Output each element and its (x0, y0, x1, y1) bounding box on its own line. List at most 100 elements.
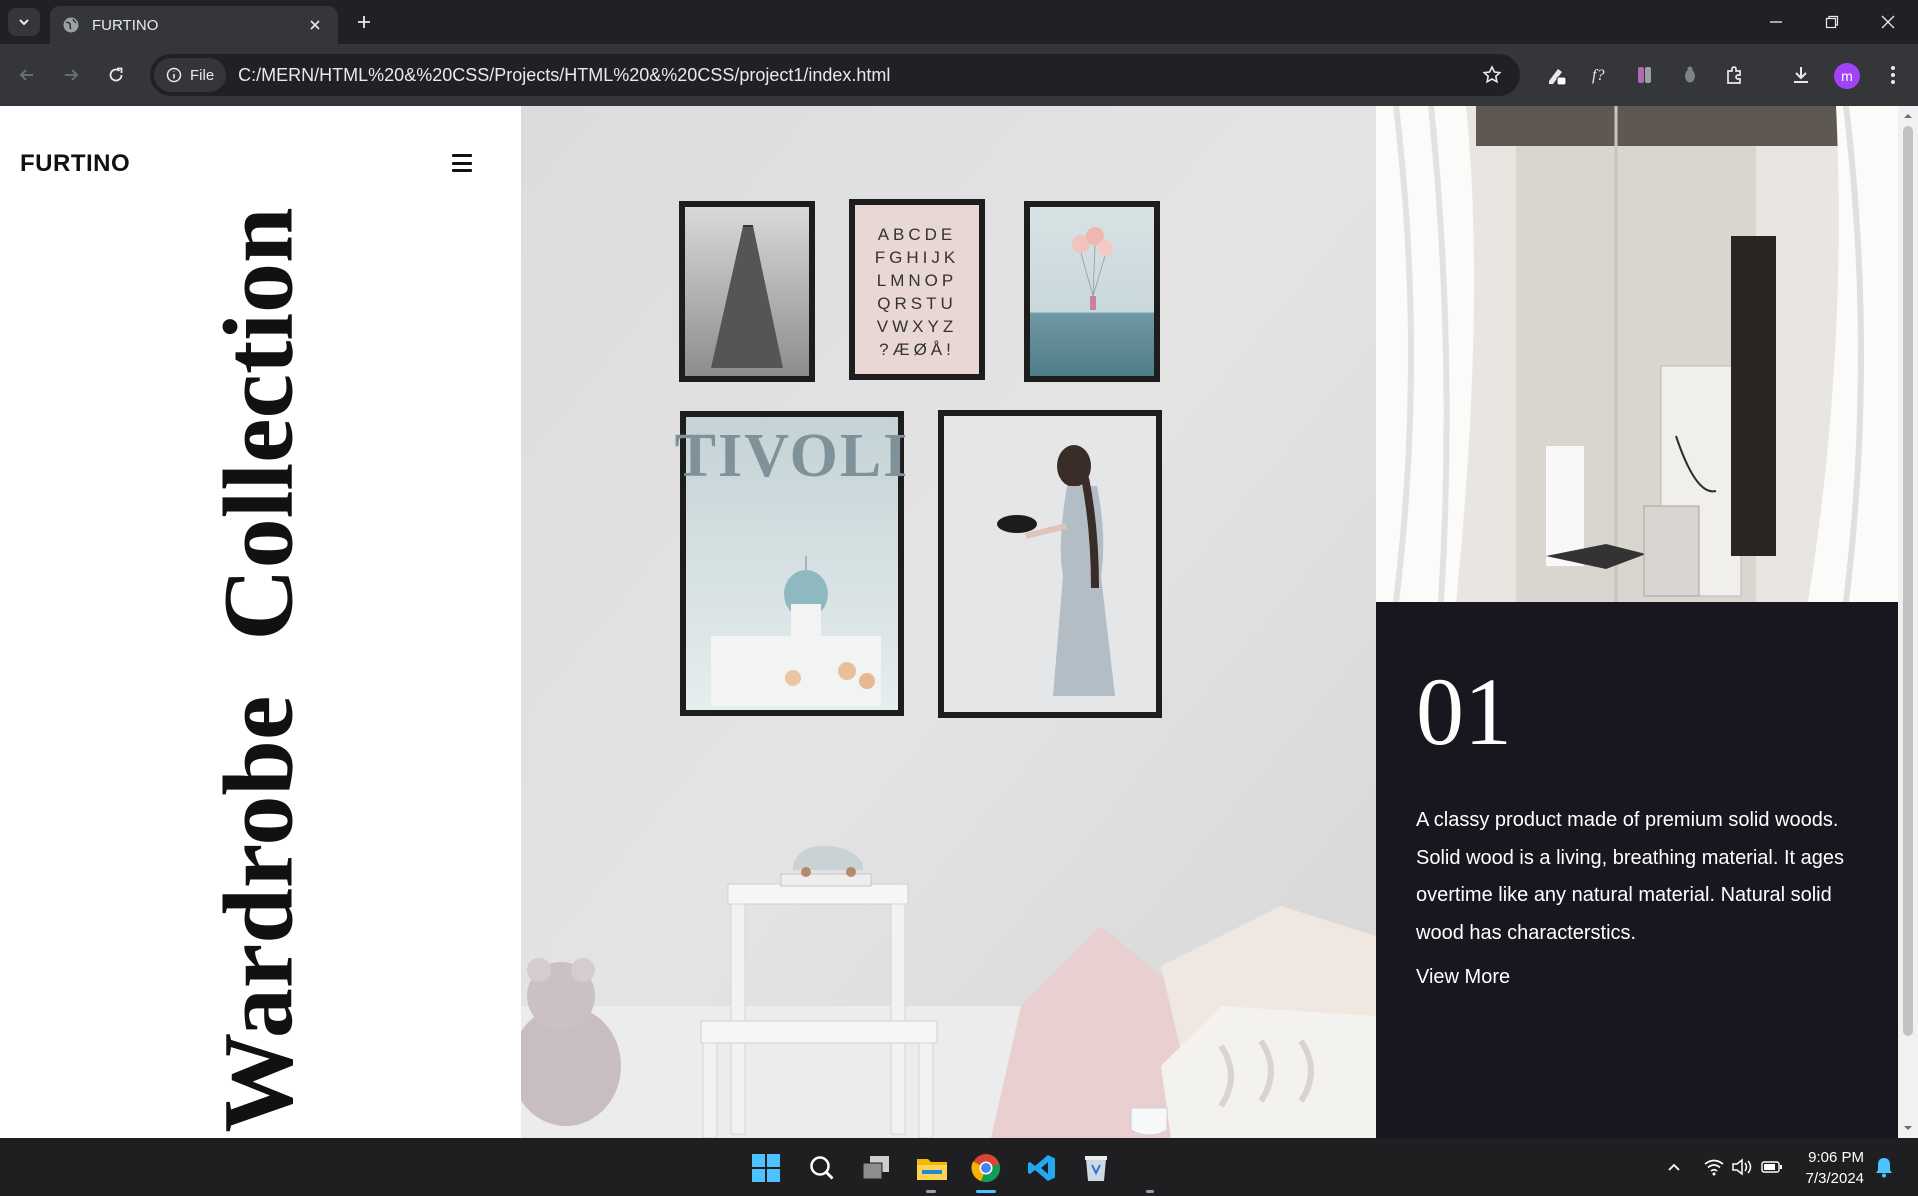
volume-icon (1732, 1158, 1752, 1176)
close-icon (310, 20, 320, 30)
arrow-right-icon (65, 69, 79, 81)
extensions-menu-button[interactable] (1720, 60, 1750, 90)
os-taskbar: 9:06 PM 7/3/2024 (0, 1138, 1918, 1196)
vscode-icon (1028, 1155, 1055, 1181)
menu-icon[interactable] (452, 154, 472, 172)
chevron-up-icon (1668, 1163, 1680, 1171)
taskbar-search-button[interactable] (804, 1150, 840, 1186)
cup (1130, 1107, 1168, 1136)
reload-button[interactable] (101, 60, 131, 90)
vertical-scrollbar[interactable] (1898, 106, 1918, 1138)
tray-overflow-button[interactable] (1662, 1155, 1686, 1179)
alphabet-row: QRSTU (877, 294, 957, 313)
file-explorer-button[interactable] (914, 1150, 950, 1186)
wifi-icon (1704, 1159, 1724, 1176)
view-more-link[interactable]: View More (1416, 966, 1510, 989)
hidden-app-indicator (1146, 1190, 1154, 1193)
star-icon (1482, 65, 1502, 84)
page-viewport: FURTINO Wardrobe Collection ABCDE FGHIJK… (0, 106, 1918, 1138)
poster-girl-bird (938, 410, 1162, 718)
vscode-button[interactable] (1024, 1150, 1060, 1186)
search-icon (810, 1156, 834, 1180)
alphabet-row: ABCDE (878, 225, 957, 244)
notification-button[interactable] (1872, 1155, 1896, 1179)
loft-illustration (1376, 106, 1898, 602)
poster-balloons (1024, 201, 1160, 382)
puzzle-icon (1727, 66, 1741, 84)
globe-icon (63, 17, 79, 33)
tab-title: FURTINO (92, 16, 159, 34)
recycle-bin-button[interactable] (1078, 1150, 1114, 1186)
close-window-button[interactable] (1860, 0, 1916, 44)
explorer-indicator (926, 1190, 936, 1193)
restore-icon (1825, 15, 1839, 29)
poster-tivoli: TIVOLI (675, 411, 910, 716)
downloads-button[interactable] (1786, 60, 1816, 90)
alphabet-row: ?ÆØÅ! (879, 340, 955, 359)
tab-search-button[interactable] (8, 8, 40, 36)
info-panel: 01 A classy product made of premium soli… (1376, 602, 1898, 1138)
address-bar[interactable]: File C:/MERN/HTML%20&%20CSS/Projects/HTM… (150, 54, 1520, 96)
windows-icon (752, 1154, 780, 1182)
task-view-icon (862, 1156, 889, 1180)
tivoli-poster-text: TIVOLI (675, 422, 910, 490)
alphabet-row: FGHIJK (875, 248, 959, 267)
site-logo[interactable]: FURTINO (20, 150, 130, 178)
taskbar-clock[interactable]: 9:06 PM 7/3/2024 (1792, 1147, 1864, 1189)
back-button[interactable] (12, 60, 42, 90)
chip-label: File (190, 66, 215, 84)
chevron-down-icon (19, 19, 29, 26)
tab-close-button[interactable] (304, 14, 326, 36)
extension-bug-button[interactable] (1675, 60, 1705, 90)
recycle-bin-icon (1085, 1156, 1107, 1181)
scrollbar-thumb[interactable] (1903, 126, 1913, 1036)
pen-icon (1549, 69, 1567, 86)
product-description: A classy product made of premium solid w… (1416, 809, 1845, 944)
plus-icon (358, 16, 370, 28)
volume-status[interactable] (1730, 1155, 1754, 1179)
battery-status[interactable] (1760, 1155, 1784, 1179)
new-tab-button[interactable] (352, 10, 376, 34)
collection-number: 01 (1416, 658, 1512, 765)
active-tab[interactable]: FURTINO (50, 6, 338, 44)
profile-avatar[interactable]: m (1834, 63, 1860, 89)
palette-icon (1638, 67, 1651, 83)
battery-icon (1761, 1161, 1782, 1173)
browser-tab-strip: FURTINO (0, 0, 1918, 44)
room-illustration: ABCDE FGHIJK LMNOP QRSTU VWXYZ ?ÆØÅ! TIV… (521, 106, 1376, 1138)
bug-icon (1685, 66, 1695, 83)
browser-toolbar: File C:/MERN/HTML%20&%20CSS/Projects/HTM… (0, 44, 1918, 106)
svg-text:f?: f? (1592, 67, 1604, 84)
url-text[interactable]: C:/MERN/HTML%20&%20CSS/Projects/HTML%20&… (238, 65, 1476, 86)
info-icon (166, 67, 182, 83)
site-info-chip[interactable]: File (154, 58, 227, 92)
more-vert-icon (1891, 66, 1895, 84)
font-icon: f? (1592, 67, 1604, 84)
restore-button[interactable] (1804, 0, 1860, 44)
arrow-left-icon (19, 69, 33, 81)
scroll-down-icon[interactable] (1903, 1123, 1913, 1133)
chrome-indicator (976, 1190, 996, 1193)
scroll-up-icon[interactable] (1903, 111, 1913, 121)
task-view-button[interactable] (858, 1150, 894, 1186)
start-button[interactable] (748, 1150, 784, 1186)
bookmark-button[interactable] (1476, 59, 1508, 91)
hero-image: ABCDE FGHIJK LMNOP QRSTU VWXYZ ?ÆØÅ! TIV… (521, 106, 1376, 1138)
alphabet-row: VWXYZ (877, 317, 957, 336)
browser-menu-button[interactable] (1878, 60, 1908, 90)
side-image (1376, 106, 1898, 602)
folder-icon (917, 1159, 947, 1180)
extension-pen-button[interactable] (1542, 60, 1572, 90)
poster-pier (679, 201, 815, 382)
wifi-status[interactable] (1702, 1155, 1726, 1179)
clock-date: 7/3/2024 (1805, 1170, 1864, 1187)
forward-button[interactable] (56, 60, 86, 90)
extension-font-button[interactable]: f? (1585, 60, 1615, 90)
alphabet-row: LMNOP (877, 271, 957, 290)
extension-colorpicker-button[interactable] (1630, 60, 1660, 90)
reload-icon (109, 67, 123, 82)
clock-time: 9:06 PM (1808, 1149, 1864, 1166)
bell-icon (1876, 1158, 1892, 1178)
chrome-button[interactable] (968, 1150, 1004, 1186)
minimize-button[interactable] (1748, 0, 1804, 44)
